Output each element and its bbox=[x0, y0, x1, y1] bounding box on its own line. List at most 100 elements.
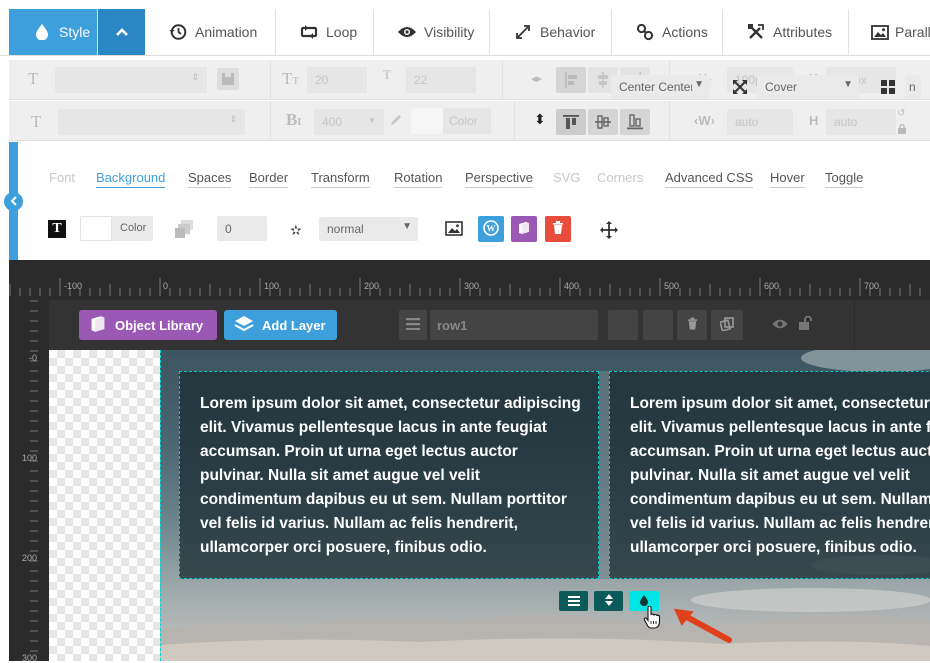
history-icon bbox=[167, 23, 189, 41]
expand-icon bbox=[733, 80, 747, 97]
column-gap bbox=[599, 371, 609, 579]
ruler-label: 100 bbox=[22, 453, 38, 463]
pencil-icon bbox=[389, 113, 403, 130]
link-icon bbox=[634, 23, 656, 41]
line-height-input[interactable]: 22 bbox=[406, 67, 476, 93]
reset-icon[interactable]: ↺ bbox=[897, 108, 905, 119]
subtab-hover[interactable]: Hover bbox=[770, 170, 805, 188]
tab-animation[interactable]: Animation bbox=[145, 9, 276, 55]
line-height-icon: T bbox=[383, 67, 391, 82]
ruler-label: 400 bbox=[564, 281, 580, 291]
pointer-cursor-icon bbox=[643, 605, 661, 633]
valign-top-button[interactable] bbox=[556, 109, 586, 135]
subtab-advanced-css[interactable]: Advanced CSS bbox=[665, 170, 754, 188]
tab-actions[interactable]: Actions bbox=[612, 9, 723, 55]
tab-visibility[interactable]: Visibility bbox=[374, 9, 490, 55]
object-library-button[interactable]: Object Library bbox=[79, 310, 217, 340]
blend-mode-icon: ✫ bbox=[290, 222, 302, 238]
tab-behavior[interactable]: Behavior bbox=[490, 9, 612, 55]
unlock-icon[interactable] bbox=[799, 315, 813, 333]
divider bbox=[854, 300, 855, 350]
tools-icon bbox=[745, 23, 767, 41]
ruler-label: 200 bbox=[22, 553, 38, 563]
background-position-select[interactable]: Center Center ▼ bbox=[611, 75, 710, 99]
slide-canvas: Lorem ipsum dolor sit amet, consectetur … bbox=[49, 350, 930, 661]
horizontal-ruler: -100 0 100 200 300 400 500 600 700 bbox=[9, 270, 930, 296]
height-input[interactable]: auto bbox=[826, 109, 896, 135]
font-size-icon: TT bbox=[282, 69, 300, 88]
font-family-select[interactable]: ⇕ bbox=[55, 67, 207, 93]
background-size-select[interactable]: Cover ▼ bbox=[757, 75, 859, 99]
wordpress-icon: W bbox=[483, 219, 499, 239]
font-toolbar-2: T ⇕ BI 400 ▼ Color ⬍ ‹W› auto H auto ↺ bbox=[9, 101, 930, 141]
subtab-spaces[interactable]: Spaces bbox=[188, 170, 232, 188]
blend-mode-select[interactable]: normal ▼ bbox=[319, 217, 418, 241]
layers-icon bbox=[234, 315, 254, 336]
subtab-corners[interactable]: Corners bbox=[597, 170, 643, 188]
image-icon bbox=[871, 24, 889, 40]
opacity-input[interactable]: 0 bbox=[217, 216, 267, 241]
add-layer-button[interactable]: Add Layer bbox=[224, 310, 337, 340]
subtab-svg[interactable]: SVG bbox=[553, 170, 580, 188]
background-color-picker[interactable]: Color bbox=[80, 216, 153, 241]
hamburger-icon bbox=[406, 317, 420, 333]
row-move-button[interactable] bbox=[594, 591, 623, 611]
font-style-icon: T bbox=[31, 112, 42, 131]
column-text[interactable]: Lorem ipsum dolor sit amet, consectetur … bbox=[200, 392, 585, 560]
text-color-picker[interactable]: Color bbox=[411, 108, 491, 134]
tab-parallax[interactable]: Parall bbox=[849, 9, 930, 55]
save-font-icon[interactable] bbox=[217, 68, 239, 90]
subtab-font[interactable]: Font bbox=[49, 170, 75, 188]
ruler-label: 600 bbox=[764, 281, 780, 291]
lock-icon[interactable] bbox=[898, 122, 906, 137]
vertical-align-icon: ⬍ bbox=[534, 111, 546, 127]
annotation-arrow-icon bbox=[671, 608, 733, 647]
valign-bottom-button[interactable] bbox=[620, 109, 650, 135]
object-library-image-button[interactable] bbox=[511, 216, 537, 242]
row-menu-button[interactable] bbox=[399, 310, 427, 340]
width-input[interactable]: auto bbox=[727, 109, 793, 135]
subtab-border[interactable]: Border bbox=[249, 170, 289, 188]
tab-loop[interactable]: Loop bbox=[276, 9, 374, 55]
font-size-input[interactable]: 20 bbox=[307, 67, 367, 93]
chevron-up-icon bbox=[115, 25, 129, 40]
tab-attributes[interactable]: Attributes bbox=[723, 9, 849, 55]
subtab-toggle[interactable]: Toggle bbox=[825, 170, 864, 188]
font-weight-select[interactable]: 400 ▼ bbox=[314, 109, 384, 135]
row-settings-button[interactable] bbox=[559, 591, 588, 611]
column-text[interactable]: Lorem ipsum dolor sit amet, consectetur … bbox=[630, 392, 930, 560]
row-name-input[interactable]: row1 bbox=[430, 310, 598, 340]
ruler-label: 300 bbox=[22, 653, 38, 663]
font-subset-select[interactable]: ⇕ bbox=[58, 109, 245, 135]
horizontal-align-icon: ◂▸ bbox=[531, 73, 543, 85]
duplicate-row-button[interactable] bbox=[711, 310, 743, 340]
transparent-area bbox=[49, 350, 160, 661]
wordpress-media-button[interactable]: W bbox=[478, 216, 504, 242]
trash-icon bbox=[552, 221, 564, 237]
column-left[interactable]: Lorem ipsum dolor sit amet, consectetur … bbox=[179, 371, 599, 579]
divider bbox=[502, 60, 503, 100]
background-image-icon bbox=[445, 221, 463, 239]
subtab-perspective[interactable]: Perspective bbox=[465, 170, 533, 188]
ruler-label: 0 bbox=[163, 281, 169, 291]
tab-style[interactable]: Style bbox=[9, 9, 98, 55]
divider bbox=[669, 101, 670, 141]
subtab-rotation[interactable]: Rotation bbox=[394, 170, 443, 188]
remove-image-button[interactable] bbox=[545, 216, 571, 242]
row-option-button[interactable] bbox=[643, 310, 673, 340]
column-right[interactable]: Lorem ipsum dolor sit amet, consectetur … bbox=[609, 371, 930, 579]
subtab-transform[interactable]: Transform bbox=[311, 170, 370, 188]
row-option-button[interactable] bbox=[608, 310, 638, 340]
panel-collapse-button[interactable] bbox=[4, 192, 23, 211]
delete-row-button[interactable] bbox=[677, 310, 707, 340]
background-repeat-select[interactable]: n bbox=[905, 75, 921, 99]
eye-icon[interactable] bbox=[771, 318, 789, 333]
sort-icon bbox=[604, 593, 613, 609]
subtab-background[interactable]: Background bbox=[96, 170, 166, 188]
duplicate-icon bbox=[719, 316, 734, 334]
loop-icon bbox=[298, 25, 320, 39]
align-left-button[interactable] bbox=[556, 67, 586, 93]
valign-middle-button[interactable] bbox=[588, 109, 618, 135]
book-icon bbox=[89, 315, 107, 336]
collapse-toggle-button[interactable] bbox=[98, 9, 145, 55]
